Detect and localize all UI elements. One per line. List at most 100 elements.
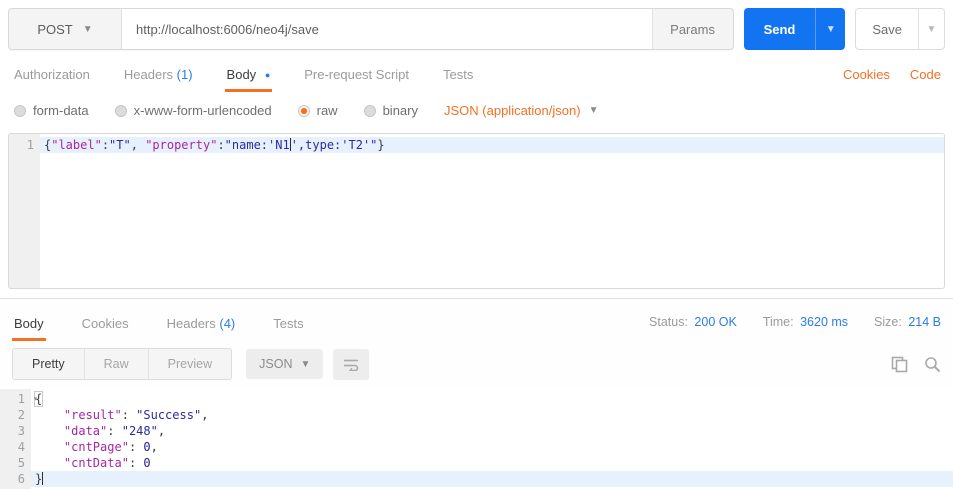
code-line: 5 "cntData": 0 <box>0 455 953 471</box>
tab-headers[interactable]: Headers (1) <box>122 59 195 92</box>
code-line: 1 ▾{ <box>0 391 953 407</box>
url-group: POST ▼ Params <box>8 8 734 50</box>
tab-response-body[interactable]: Body <box>12 308 46 341</box>
radio-circle-icon <box>363 104 376 117</box>
language-label: JSON <box>259 357 293 371</box>
send-button-group: Send ▼ <box>743 8 846 50</box>
code-line: 1 {"label":"T", "property":"name:'N1',typ… <box>9 137 944 153</box>
line-number: 2 <box>17 408 25 422</box>
radio-label: raw <box>316 103 338 118</box>
chevron-down-icon: ▼ <box>300 358 311 370</box>
code-link[interactable]: Code <box>910 67 941 92</box>
headers-count-badge: (4) <box>219 316 236 331</box>
size-badge: Size: 214 B <box>874 315 941 329</box>
radio-label: x-www-form-urlencoded <box>133 103 272 118</box>
view-preview[interactable]: Preview <box>147 349 231 379</box>
time-value: 3620 ms <box>800 315 849 329</box>
chevron-down-icon: ▼ <box>926 23 937 35</box>
response-meta: Status: 200 OK Time: 3620 ms Size: 214 B <box>649 315 941 341</box>
headers-count-badge: (1) <box>176 67 193 82</box>
radio-circle-icon <box>114 104 127 117</box>
save-button[interactable]: Save <box>856 9 918 49</box>
tab-response-tests[interactable]: Tests <box>271 308 305 341</box>
time-label: Time: <box>762 315 794 329</box>
tab-response-cookies[interactable]: Cookies <box>80 308 131 341</box>
request-body-editor[interactable]: 1 {"label":"T", "property":"name:'N1',typ… <box>8 133 945 289</box>
response-language-select[interactable]: JSON ▼ <box>246 349 324 379</box>
tab-response-headers[interactable]: Headers (4) <box>165 308 238 341</box>
line-number: 4 <box>17 440 25 454</box>
view-pretty[interactable]: Pretty <box>13 349 84 379</box>
code-content: "data": "248", <box>63 424 166 438</box>
code-content: "cntData": 0 <box>63 456 151 470</box>
time-badge: Time: 3620 ms <box>763 315 848 329</box>
send-button[interactable]: Send <box>744 8 816 50</box>
wrap-lines-icon <box>344 359 359 371</box>
chevron-down-icon: ▼ <box>825 23 836 35</box>
request-bar: POST ▼ Params Send ▼ Save ▼ <box>0 0 953 58</box>
status-label: Status: <box>649 315 688 329</box>
line-number: 6 <box>17 472 25 486</box>
line-number: 1 <box>26 138 34 152</box>
radio-raw[interactable]: raw <box>297 103 338 118</box>
line-number: 3 <box>17 424 25 438</box>
body-type-row: form-data x-www-form-urlencoded raw bina… <box>0 92 953 129</box>
radio-binary[interactable]: binary <box>363 103 418 118</box>
cookies-link[interactable]: Cookies <box>843 67 890 92</box>
copy-response-button[interactable] <box>891 356 908 373</box>
tab-body[interactable]: Body ● <box>224 59 273 92</box>
code-line: 3 "data": "248", <box>0 423 953 439</box>
chevron-down-icon: ▼ <box>588 105 599 116</box>
tab-tests[interactable]: Tests <box>441 59 475 92</box>
code-content: } <box>31 471 953 487</box>
save-options-button[interactable]: ▼ <box>918 9 944 49</box>
line-number: 1 ▾ <box>17 392 38 406</box>
body-modified-dot: ● <box>264 70 271 80</box>
response-tabs: Body Cookies Headers (4) Tests Status: 2… <box>0 299 953 341</box>
status-value: 200 OK <box>694 315 737 329</box>
content-type-label: JSON (application/json) <box>444 103 581 118</box>
params-button[interactable]: Params <box>653 9 733 49</box>
send-options-button[interactable]: ▼ <box>815 8 845 50</box>
code-line: 2 "result": "Success", <box>0 407 953 423</box>
code-content: { <box>33 391 44 407</box>
response-toolbar: Pretty Raw Preview JSON ▼ <box>0 341 953 389</box>
size-label: Size: <box>874 315 902 329</box>
method-label: POST <box>37 21 73 37</box>
content-type-select[interactable]: JSON (application/json) ▼ <box>444 103 598 118</box>
search-response-button[interactable] <box>924 356 941 373</box>
copy-icon <box>891 356 908 372</box>
tab-body-label: Body <box>226 67 257 82</box>
tab-headers-label: Headers <box>166 316 216 331</box>
search-icon <box>925 356 941 372</box>
radio-label: binary <box>382 103 418 118</box>
radio-circle-icon <box>14 104 26 117</box>
tab-headers-label: Headers <box>123 67 174 82</box>
radio-form-data[interactable]: form-data <box>14 103 89 118</box>
radio-x-www-form-urlencoded[interactable]: x-www-form-urlencoded <box>114 103 272 118</box>
tab-authorization[interactable]: Authorization <box>12 59 92 92</box>
tab-pre-request-script[interactable]: Pre-request Script <box>302 59 411 92</box>
view-mode-group: Pretty Raw Preview <box>12 348 233 380</box>
chevron-down-icon: ▼ <box>82 23 93 35</box>
status-badge: Status: 200 OK <box>649 315 737 329</box>
fold-arrow-icon[interactable]: ▾ <box>33 391 38 407</box>
view-raw[interactable]: Raw <box>83 349 148 379</box>
response-section: Body Cookies Headers (4) Tests Status: 2… <box>0 298 953 489</box>
radio-selected-icon <box>297 104 310 117</box>
code-content: "cntPage": 0, <box>63 440 158 454</box>
method-select[interactable]: POST ▼ <box>9 9 121 49</box>
section-divider <box>0 289 953 298</box>
code-line: 6} <box>0 471 953 487</box>
code-content: "result": "Success", <box>63 408 209 422</box>
code-content: {"label":"T", "property":"name:'N1',type… <box>40 137 944 153</box>
code-line: 4 "cntPage": 0, <box>0 439 953 455</box>
line-number: 5 <box>17 456 25 470</box>
request-tabs: Authorization Headers (1) Body ● Pre-req… <box>0 58 953 92</box>
url-input[interactable] <box>121 9 653 49</box>
response-body-editor[interactable]: 1 ▾{2 "result": "Success", 3 "data": "248"… <box>0 389 953 489</box>
text-cursor <box>42 472 44 485</box>
wrap-lines-button[interactable] <box>333 348 370 380</box>
radio-label: form-data <box>33 103 89 118</box>
save-button-group: Save ▼ <box>855 8 945 50</box>
